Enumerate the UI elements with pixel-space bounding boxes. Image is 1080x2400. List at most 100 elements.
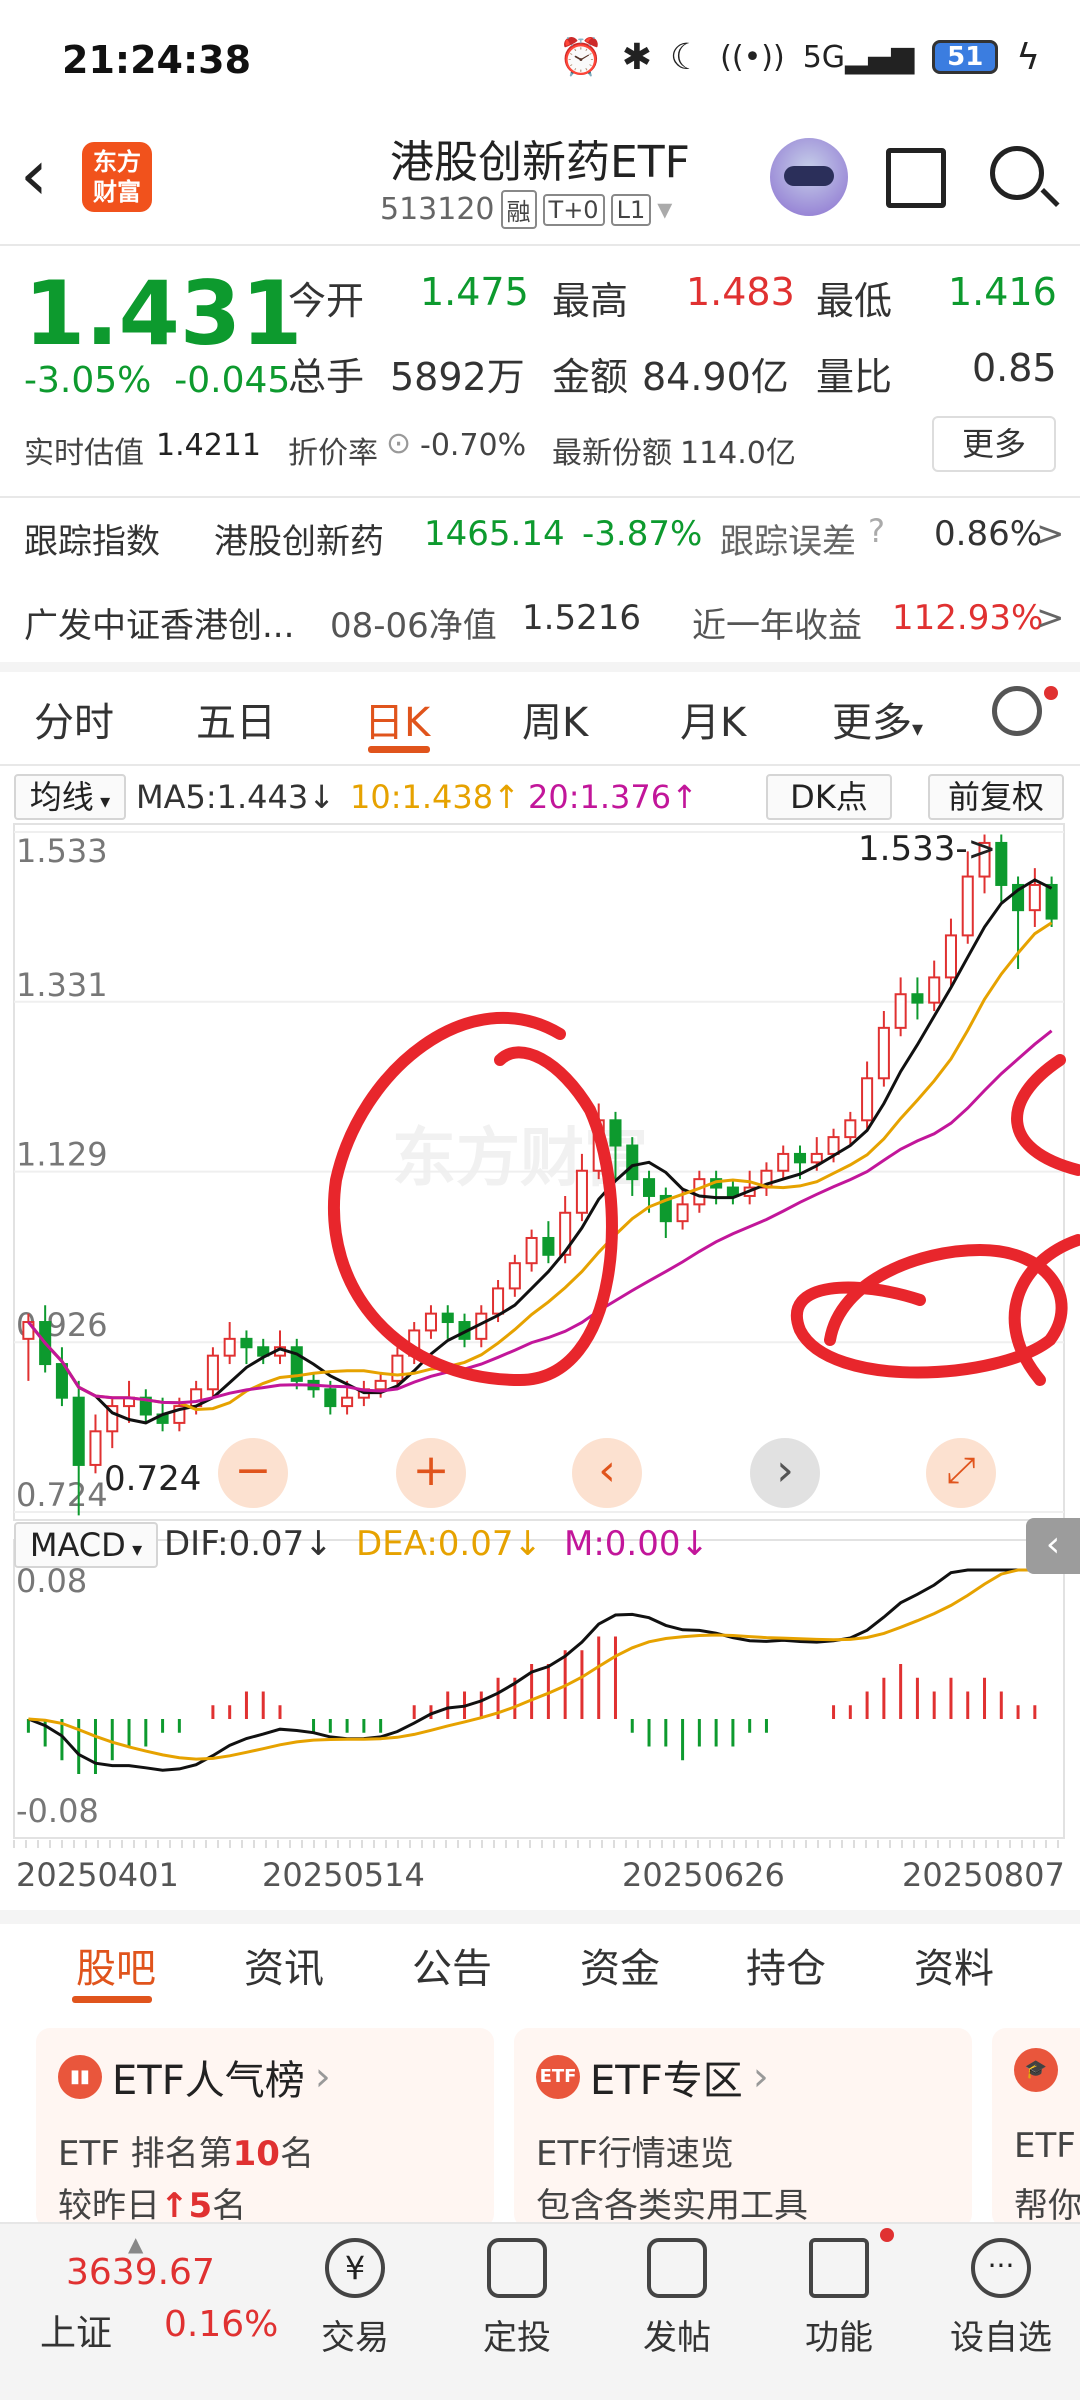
nav-trade[interactable]: ¥ 交易 (290, 2238, 420, 2359)
dea-line (28, 1568, 1052, 1761)
change-value: -0.045 (174, 360, 291, 401)
tracking-label: 跟踪指数 (24, 522, 160, 562)
tag-level[interactable]: L1 (610, 193, 652, 226)
macd-frame (13, 1539, 1065, 1839)
ratio-value: 0.85 (972, 346, 1057, 390)
more-button[interactable]: 更多 (932, 416, 1056, 472)
tab-news[interactable]: 资讯 (244, 1936, 324, 1994)
etf-icon: ETF (536, 2055, 580, 2099)
x-date-label: 20250401 (16, 1856, 179, 1894)
charging-icon: ϟ (1016, 36, 1040, 78)
sh-index-change[interactable]: 0.16% (164, 2304, 278, 2345)
nav-functions[interactable]: 功能 (774, 2238, 904, 2359)
assistant-avatar-icon[interactable] (770, 138, 848, 216)
dk-point-button[interactable]: DK点 (766, 774, 892, 820)
card-title: ▮▮ ETF人气榜 › (58, 2048, 331, 2106)
candle-body (441, 1312, 454, 1324)
candle-body (324, 1388, 337, 1408)
etf-zone-card[interactable]: ETF ETF专区 › ETF行情速览 包含各类实用工具 (514, 2028, 972, 2228)
tab-intraday[interactable]: 分时 (34, 690, 114, 748)
dropdown-icon[interactable]: ▾ (657, 192, 672, 227)
candle-body (341, 1396, 354, 1408)
share-icon[interactable] (886, 148, 946, 208)
sh-index-name[interactable]: 上证 (40, 2304, 112, 2356)
candle-body (525, 1236, 538, 1265)
kline-chart[interactable]: 东方财富1.5331.3311.1290.9260.7241.533->0.72… (0, 820, 1080, 1910)
m-value: M:0.00↓ (564, 1524, 709, 1564)
tab-capital[interactable]: 资金 (580, 1936, 660, 1994)
chevron-right-icon: › (752, 2054, 769, 2100)
scroll-right-button[interactable]: › (750, 1438, 820, 1508)
scroll-left-button[interactable]: ‹ (572, 1438, 642, 1508)
adjust-button[interactable]: 前复权 (928, 774, 1064, 820)
dropdown-icon: ▾ (912, 717, 924, 742)
estimate-value: 1.4211 (156, 428, 261, 463)
collapse-panel-icon[interactable]: ‹ (1026, 1518, 1080, 1574)
price-change: -3.05% -0.045 (24, 360, 290, 401)
fullscreen-button[interactable]: ⤢ (926, 1438, 996, 1508)
dif-value: DIF:0.07↓ (164, 1524, 333, 1564)
candle-body (676, 1203, 689, 1223)
search-icon[interactable] (990, 146, 1044, 200)
tab-weekly-k[interactable]: 周K (522, 690, 588, 748)
candle-body (643, 1178, 656, 1197)
education-card[interactable]: 🎓 ETF 帮你 (992, 2028, 1080, 2228)
notification-dot (1044, 686, 1058, 700)
eastmoney-logo: 东方 财富 (82, 142, 152, 212)
sh-index-value[interactable]: 3639.67 (66, 2252, 215, 2293)
tab-holdings[interactable]: 持仓 (746, 1936, 826, 1994)
back-icon[interactable]: ‹ (20, 140, 80, 220)
candle-body (693, 1178, 706, 1206)
tab-daily-k[interactable]: 日K (364, 690, 430, 748)
tab-profile[interactable]: 资料 (914, 1936, 994, 1994)
tab-forum[interactable]: 股吧 (76, 1936, 156, 1994)
more-info-icon[interactable]: ⊙ (386, 426, 411, 461)
help-icon[interactable]: ? (868, 512, 885, 550)
rank-suffix: 名 (279, 2134, 314, 2174)
nav-auto-invest[interactable]: 定投 (452, 2238, 582, 2359)
candle-body (827, 1136, 840, 1155)
ma20-value: 20:1.376↑ (528, 778, 698, 816)
shares-value: 114.0亿 (680, 436, 796, 471)
card-line2: 包含各类实用工具 (536, 2186, 808, 2226)
tab-monthly-k[interactable]: 月K (680, 690, 746, 748)
macd-selector[interactable]: MACD ▾ (14, 1522, 158, 1568)
amount-value: 84.90亿 (642, 355, 789, 399)
annotation-circle (791, 1054, 1080, 1386)
discount-label: 折价率 (288, 436, 378, 471)
tab-five-day[interactable]: 五日 (196, 690, 276, 748)
nav-post[interactable]: 发帖 (612, 2238, 742, 2359)
dea-value: DEA:0.07↓ (356, 1524, 542, 1564)
candle-body (793, 1152, 807, 1164)
chevron-right-icon: › (314, 2054, 331, 2100)
year-return-value: 112.93% (892, 598, 1044, 638)
year-return-label: 近一年收益 (692, 606, 862, 646)
y-tick-label: 1.533 (16, 832, 108, 870)
candle-body (374, 1379, 387, 1391)
zoom-out-button[interactable]: − (218, 1438, 288, 1508)
rank-change-number: ↑5 (160, 2186, 213, 2226)
tracking-index-value: 1465.14 (424, 514, 565, 554)
candle-body (391, 1354, 404, 1382)
chevron-right-icon[interactable]: > (1036, 514, 1065, 554)
page-title: 港股创新药ETF (390, 137, 690, 188)
candle-body (995, 841, 1008, 886)
tag-t0: T+0 (542, 193, 605, 226)
alarm-icon: ⏰ (558, 37, 604, 78)
x-date-label: 20250626 (622, 1856, 785, 1894)
period-tabs: 分时 五日 日K 周K 月K 更多▾ (0, 680, 1080, 776)
section-gap (0, 662, 1080, 672)
candle-body (1028, 883, 1041, 912)
tab-more[interactable]: 更多▾ (832, 690, 923, 748)
high-label: 最高 (552, 279, 629, 323)
settings-gear-icon[interactable] (992, 686, 1042, 736)
nav-add-watchlist[interactable]: ··· 设自选 (936, 2238, 1066, 2359)
etf-popularity-card[interactable]: ▮▮ ETF人气榜 › ETF 排名第10名 较昨日↑5名 (36, 2028, 494, 2228)
indicator-selector[interactable]: 均线 ▾ (14, 774, 126, 820)
y-tick-label: 1.129 (16, 1136, 108, 1174)
candle-body (911, 993, 924, 1004)
chevron-right-icon[interactable]: > (1036, 598, 1065, 638)
tab-announcements[interactable]: 公告 (412, 1936, 492, 1994)
active-tab-indicator (368, 746, 430, 753)
zoom-in-button[interactable]: + (396, 1438, 466, 1508)
